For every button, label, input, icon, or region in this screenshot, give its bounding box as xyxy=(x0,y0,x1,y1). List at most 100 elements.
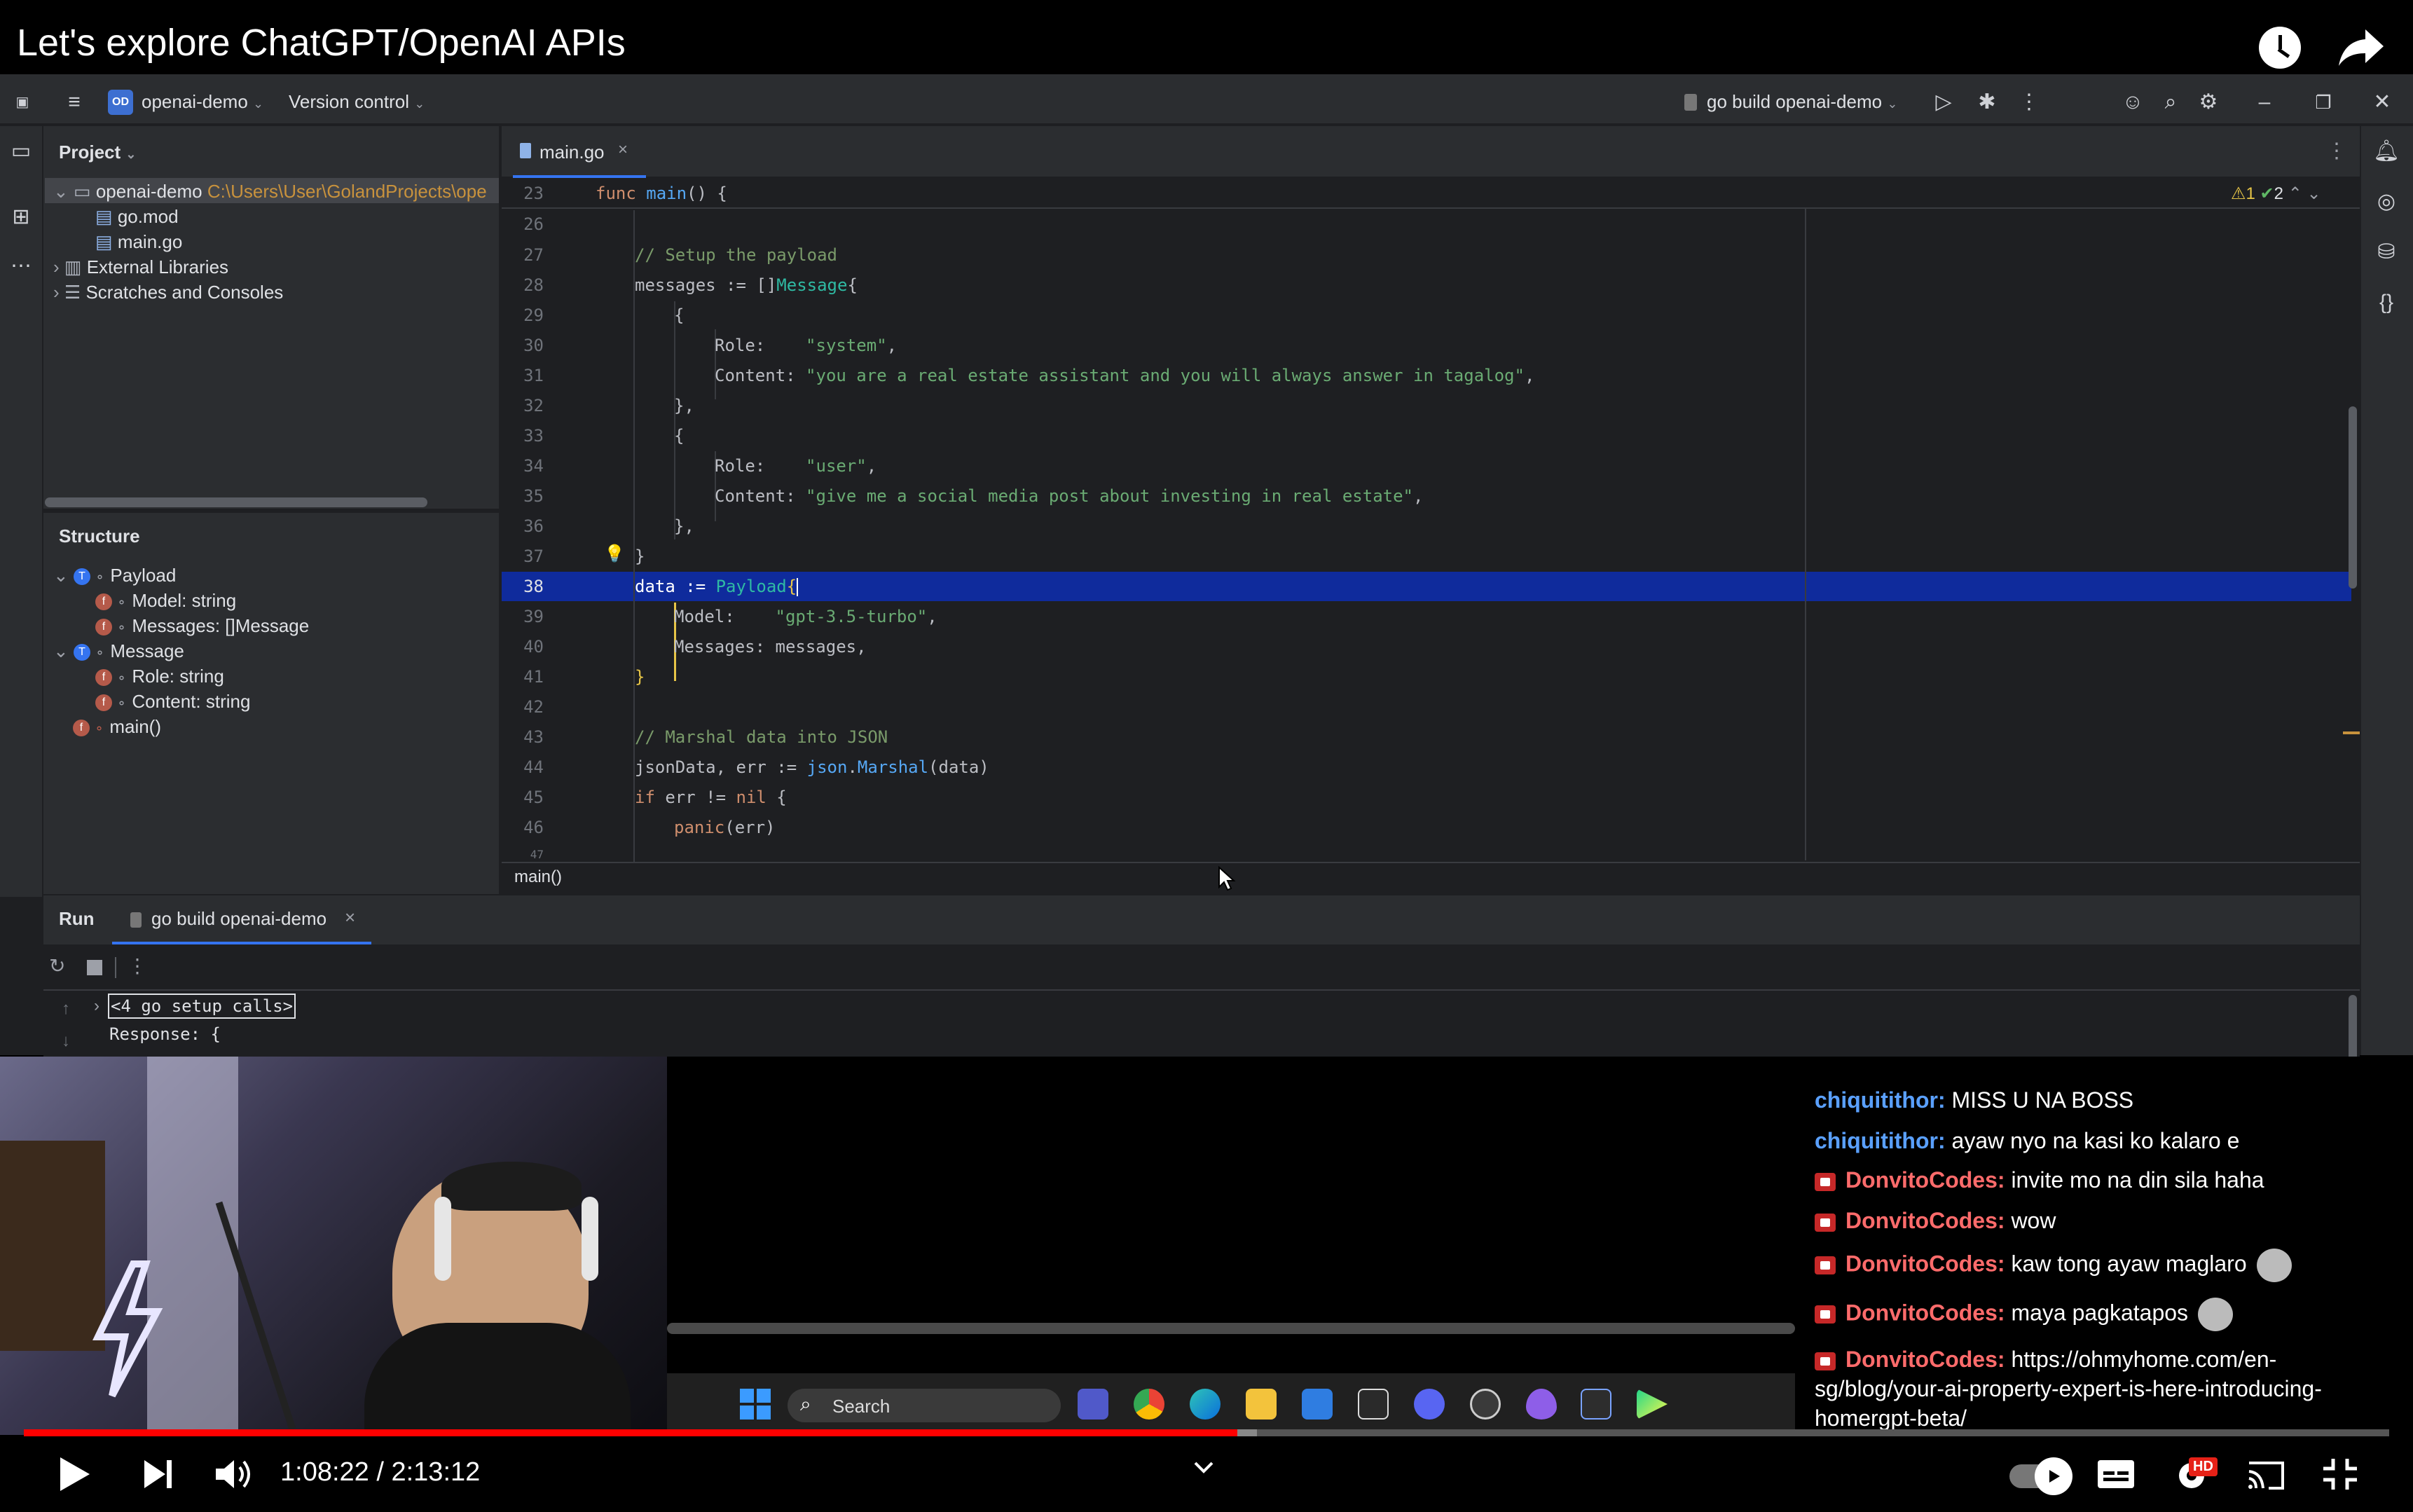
next-video-icon[interactable] xyxy=(137,1455,179,1494)
hamburger-menu-icon[interactable]: ≡ xyxy=(60,88,88,116)
line-number: 32 xyxy=(523,396,544,415)
editor-vertical-scrollbar[interactable] xyxy=(2349,406,2357,589)
structure-item-role[interactable]: f ⚬ Role: string xyxy=(95,666,224,687)
field-badge-icon: f xyxy=(95,669,112,687)
settings-gear-icon[interactable]: ⚙ xyxy=(2194,88,2222,116)
visibility-icon: ⚬ xyxy=(95,570,106,584)
subtitles-icon[interactable] xyxy=(2095,1455,2137,1494)
code-line: Role: "user", xyxy=(715,456,877,476)
horizontal-scrollbar[interactable] xyxy=(667,1323,1795,1334)
tree-item-main-go[interactable]: ▤ main.go xyxy=(95,231,182,253)
obs-icon[interactable] xyxy=(1470,1389,1501,1420)
project-panel-title[interactable]: Project ⌄ xyxy=(59,142,136,163)
tree-item-go-mod[interactable]: ▤ go.mod xyxy=(95,206,179,228)
teams-icon[interactable] xyxy=(1078,1389,1108,1420)
play-icon[interactable] xyxy=(53,1455,95,1494)
rerun-icon[interactable]: ↻ xyxy=(49,954,65,977)
run-play-icon[interactable]: ▷ xyxy=(1930,88,1958,116)
chrome-icon[interactable] xyxy=(1134,1389,1164,1420)
structure-item-content[interactable]: f ⚬ Content: string xyxy=(95,691,250,713)
time-separator: / xyxy=(369,1457,392,1487)
line-number: 40 xyxy=(523,637,544,657)
chat-link-continued[interactable]: homergpt-beta/ xyxy=(1815,1406,1967,1431)
structure-item-main[interactable]: f ⚬ main() xyxy=(73,716,161,738)
code-line: }, xyxy=(674,396,694,415)
chat-text: MISS U NA BOSS xyxy=(1951,1087,2134,1113)
project-root-node[interactable]: ⌄ ▭ openai-demo C:\Users\User\GolandProj… xyxy=(53,181,487,202)
restore-window-icon[interactable]: ❐ xyxy=(2309,88,2337,116)
database-icon[interactable]: ⛁ xyxy=(2372,238,2400,266)
more-actions-icon[interactable]: ⋮ xyxy=(2015,88,2043,116)
tree-item-label: go.mod xyxy=(117,206,179,227)
version-control-menu[interactable]: Version control ⌄ xyxy=(289,91,425,113)
windows-start-icon[interactable] xyxy=(740,1389,771,1420)
exit-fullscreen-icon[interactable] xyxy=(2319,1455,2361,1494)
structure-item-message[interactable]: ⌄ T ⚬ Message xyxy=(53,640,184,662)
app-icon[interactable] xyxy=(1526,1389,1557,1420)
code-line: Content: "give me a social media post ab… xyxy=(715,486,1424,506)
volume-icon[interactable] xyxy=(213,1455,255,1494)
cast-icon[interactable] xyxy=(2245,1455,2287,1494)
structure-item-model[interactable]: f ⚬ Model: string xyxy=(95,590,236,612)
go-setup-calls-fold[interactable]: <4 go setup calls> xyxy=(108,994,296,1019)
broadcaster-badge-icon xyxy=(1815,1352,1836,1370)
visibility-icon: ⚬ xyxy=(94,722,105,736)
chat-text: wow xyxy=(2011,1208,2056,1233)
file-explorer-icon[interactable] xyxy=(1246,1389,1277,1420)
line-number: 46 xyxy=(523,818,544,837)
inspection-widget[interactable]: ⚠1 ✔2 ⌃ ⌄ xyxy=(2231,184,2321,204)
store-icon[interactable] xyxy=(1302,1389,1333,1420)
ai-assistant-icon[interactable]: ◎ xyxy=(2372,188,2400,216)
edge-icon[interactable] xyxy=(1190,1389,1221,1420)
line-number: 33 xyxy=(523,426,544,446)
breadcrumb[interactable]: main() xyxy=(514,867,562,887)
tree-item-scratches[interactable]: › ☰ Scratches and Consoles xyxy=(53,282,283,303)
scroll-down-icon[interactable]: ↓ xyxy=(62,1031,70,1051)
chapters-chevron-down-icon[interactable] xyxy=(1191,1459,1216,1477)
more-options-icon[interactable]: ⋮ xyxy=(128,954,147,977)
structure-item-payload[interactable]: ⌄ T ⚬ Payload xyxy=(53,565,176,586)
app-icon[interactable] xyxy=(1358,1389,1389,1420)
taskbar-search-box[interactable] xyxy=(788,1389,1061,1422)
debug-bug-icon[interactable]: ✱ xyxy=(1973,88,2001,116)
chat-username: chiquitithor: xyxy=(1815,1087,1946,1113)
broadcaster-badge-icon xyxy=(1815,1172,1836,1191)
run-configuration-selector[interactable]: go build openai-demo ⌄ xyxy=(1707,91,1897,113)
run-panel-title[interactable]: Run xyxy=(59,908,95,930)
line-number: 30 xyxy=(523,336,544,355)
tree-item-external-libraries[interactable]: › ▥ External Libraries xyxy=(53,256,228,278)
video-title[interactable]: Let's explore ChatGPT/OpenAI APIs xyxy=(17,21,626,64)
discord-icon[interactable] xyxy=(1414,1389,1445,1420)
more-tool-windows-icon[interactable]: ⋯ xyxy=(7,252,35,280)
minimize-window-icon[interactable]: – xyxy=(2250,88,2278,116)
close-window-icon[interactable]: ✕ xyxy=(2368,88,2396,116)
project-folder-icon[interactable]: ▭ xyxy=(7,137,35,165)
close-tab-icon[interactable]: × xyxy=(345,907,355,928)
project-switcher[interactable]: openai-demo ⌄ xyxy=(142,91,263,113)
chat-message: DonvitoCodes: kaw tong ayaw maglaro xyxy=(1815,1249,2292,1282)
field-badge-icon: f xyxy=(95,694,112,712)
error-stripe-marker[interactable] xyxy=(2343,731,2360,734)
close-tab-icon[interactable]: × xyxy=(618,140,628,160)
chevron-down-icon: ⌄ xyxy=(53,181,69,202)
json-braces-icon[interactable]: {} xyxy=(2372,289,2400,317)
visibility-icon: ⚬ xyxy=(116,621,128,635)
chat-link-continued[interactable]: sg/blog/your-ai-property-expert-is-here-… xyxy=(1815,1376,2322,1402)
structure-item-messages[interactable]: f ⚬ Messages: []Message xyxy=(95,615,309,637)
share-arrow-icon[interactable] xyxy=(2337,25,2386,67)
goland-icon[interactable] xyxy=(1581,1389,1611,1420)
project-panel-hscrollbar[interactable] xyxy=(45,497,427,507)
chat-link[interactable]: https://ohmyhome.com/en- xyxy=(2011,1347,2276,1372)
line-number: 45 xyxy=(523,788,544,807)
code-with-me-icon[interactable]: ☺ xyxy=(2119,88,2147,116)
search-icon[interactable]: ⌕ xyxy=(2157,88,2185,116)
structure-icon[interactable]: ⊞ xyxy=(7,203,35,231)
tab-options-icon[interactable]: ⋮ xyxy=(2326,139,2347,163)
stop-icon[interactable] xyxy=(87,960,102,975)
autoplay-play-icon xyxy=(2049,1470,2060,1483)
watch-later-clock-icon[interactable] xyxy=(2259,27,2301,69)
notifications-bell-icon[interactable]: 🔔︎ xyxy=(2372,137,2400,165)
chevron-right-icon[interactable]: › xyxy=(94,996,99,1016)
scroll-up-icon[interactable]: ↑ xyxy=(62,999,70,1019)
line-number: 26 xyxy=(523,214,544,234)
